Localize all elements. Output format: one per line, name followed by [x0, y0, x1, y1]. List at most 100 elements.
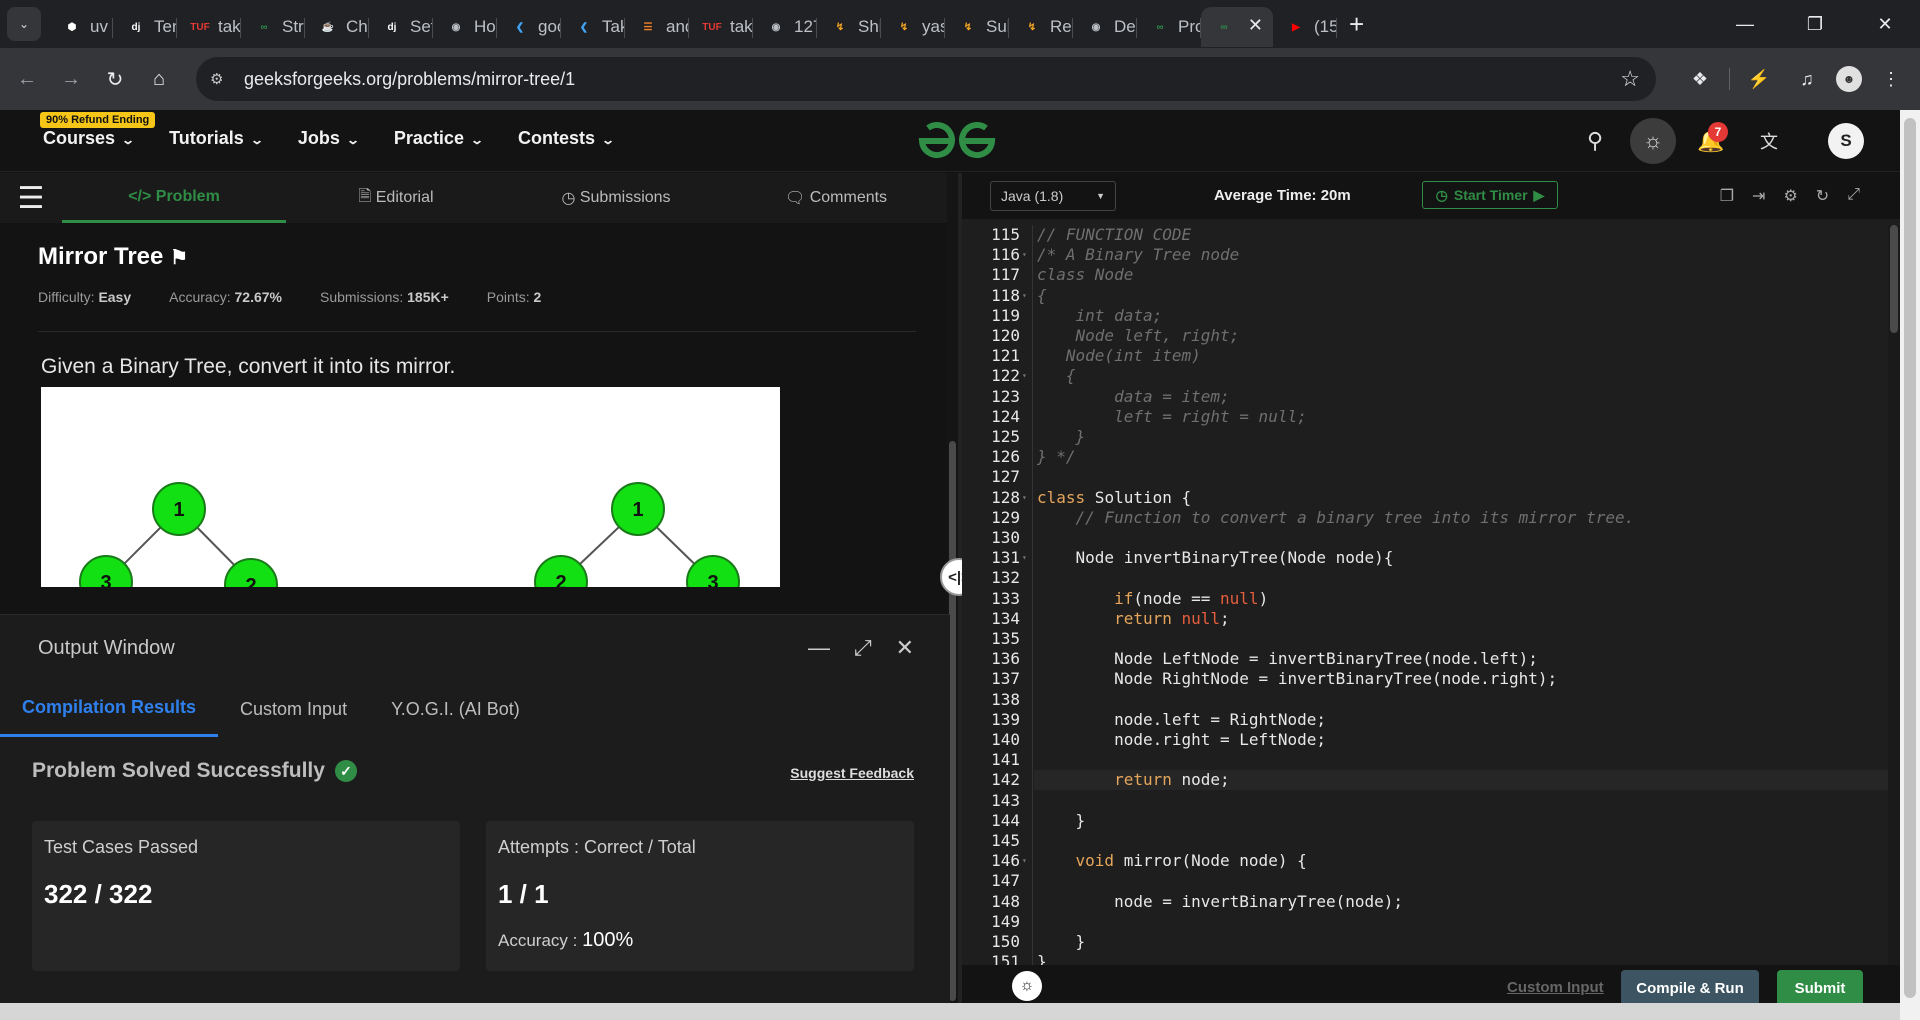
- browser-tab[interactable]: ∞ ✕: [1201, 7, 1273, 47]
- code-line[interactable]: void mirror(Node node) {: [1037, 851, 1307, 870]
- reset-icon[interactable]: ↻: [1816, 186, 1829, 206]
- code-line[interactable]: class Solution {: [1037, 488, 1191, 507]
- tab-search-button[interactable]: ⌄: [7, 7, 41, 41]
- scrollbar-thumb[interactable]: [949, 441, 956, 1001]
- browser-tab[interactable]: ◉ Hor: [433, 7, 497, 47]
- browser-tab[interactable]: ❮ Tak: [561, 7, 625, 47]
- submit-button[interactable]: Submit: [1777, 970, 1863, 1006]
- browser-tab[interactable]: ❮ goo: [497, 7, 561, 47]
- code-line[interactable]: // Function to convert a binary tree int…: [1037, 508, 1635, 527]
- browser-tab[interactable]: ▶ (15: [1273, 7, 1337, 47]
- menu-practice[interactable]: Practice ⌄: [394, 128, 484, 149]
- close-tab-icon[interactable]: ✕: [1248, 15, 1263, 36]
- fold-arrow-icon[interactable]: ▾: [1022, 371, 1032, 380]
- suggest-feedback-link[interactable]: Suggest Feedback: [790, 765, 914, 781]
- code-line[interactable]: // FUNCTION CODE: [1037, 225, 1191, 244]
- code-line[interactable]: {: [1037, 286, 1047, 305]
- tab-custom-input[interactable]: Custom Input: [218, 681, 369, 737]
- fold-arrow-icon[interactable]: ▾: [1022, 291, 1032, 300]
- code-line[interactable]: Node LeftNode = invertBinaryTree(node.le…: [1037, 649, 1538, 668]
- menu-tutorials[interactable]: Tutorials ⌄: [169, 128, 264, 149]
- code-line[interactable]: Node left, right;: [1037, 326, 1240, 345]
- back-button[interactable]: ←: [8, 60, 46, 98]
- reload-button[interactable]: ↻: [96, 60, 134, 98]
- theme-toggle-icon[interactable]: ☼: [1630, 118, 1676, 164]
- tab-editorial[interactable]: 🗎 Editorial: [286, 173, 506, 223]
- code-line[interactable]: Node invertBinaryTree(Node node){: [1037, 548, 1394, 567]
- code-line[interactable]: node.left = RightNode;: [1037, 710, 1326, 729]
- profile-avatar[interactable]: ☻: [1836, 66, 1862, 92]
- fold-arrow-icon[interactable]: ▾: [1022, 493, 1032, 502]
- url-text[interactable]: geeksforgeeks.org/problems/mirror-tree/1: [244, 69, 575, 90]
- menu-icon[interactable]: ⋮: [1872, 60, 1910, 98]
- tab-compilation-results[interactable]: Compilation Results: [0, 681, 219, 737]
- code-line[interactable]: class Node: [1037, 265, 1133, 284]
- code-editor[interactable]: 115// FUNCTION CODE 116 ▾/* A Binary Tree …: [962, 225, 1888, 965]
- browser-tab[interactable]: ☰ and: [625, 7, 689, 47]
- home-button[interactable]: ⌂: [140, 60, 178, 98]
- code-line[interactable]: node.right = LeftNode;: [1037, 730, 1326, 749]
- browser-tab[interactable]: ☕ Cha: [305, 7, 369, 47]
- notifications-bell-icon[interactable]: 🔔 7: [1688, 118, 1734, 164]
- language-select[interactable]: Java (1.8) ▼: [990, 181, 1116, 211]
- menu-contests[interactable]: Contests ⌄: [518, 128, 615, 149]
- code-line[interactable]: }: [1037, 952, 1047, 965]
- lightbulb-icon[interactable]: ☼: [1012, 971, 1042, 1001]
- close-icon[interactable]: ✕: [896, 635, 914, 661]
- scrollbar-thumb[interactable]: [1890, 225, 1898, 333]
- code-line[interactable]: {: [1037, 366, 1076, 385]
- copy-icon[interactable]: ❐: [1720, 186, 1734, 206]
- fold-arrow-icon[interactable]: ▾: [1022, 250, 1032, 259]
- minimize-icon[interactable]: —: [808, 635, 830, 661]
- media-control-icon[interactable]: ♫: [1788, 60, 1826, 98]
- code-line[interactable]: int data;: [1037, 306, 1163, 325]
- search-icon[interactable]: ⚲: [1572, 118, 1618, 164]
- tab-yogi-bot[interactable]: Y.O.G.I. (AI Bot): [369, 681, 542, 737]
- fold-arrow-icon[interactable]: ▾: [1022, 856, 1032, 865]
- bookmark-star-icon[interactable]: ☆: [1620, 66, 1640, 92]
- code-line[interactable]: }: [1037, 811, 1086, 830]
- extensions-icon[interactable]: ❖: [1681, 60, 1719, 98]
- performance-icon[interactable]: ⚡: [1740, 60, 1778, 98]
- scrollbar-thumb[interactable]: [1904, 118, 1916, 998]
- hamburger-menu-icon[interactable]: ☰: [0, 181, 62, 216]
- browser-tab[interactable]: dj Ten: [113, 7, 177, 47]
- code-line[interactable]: Node RightNode = invertBinaryTree(node.r…: [1037, 669, 1557, 688]
- code-line[interactable]: }: [1037, 932, 1086, 951]
- code-line[interactable]: data = item;: [1037, 387, 1230, 406]
- translate-icon[interactable]: 文: [1746, 118, 1792, 164]
- forward-button[interactable]: →: [52, 60, 90, 98]
- omnibox[interactable]: ⚙ geeksforgeeks.org/problems/mirror-tree…: [196, 57, 1656, 101]
- code-line[interactable]: /* A Binary Tree node: [1037, 245, 1239, 264]
- menu-jobs[interactable]: Jobs ⌄: [298, 128, 360, 149]
- code-line[interactable]: left = right = null;: [1037, 407, 1307, 426]
- user-avatar[interactable]: S: [1828, 123, 1864, 159]
- minimize-button[interactable]: —: [1710, 0, 1780, 48]
- code-line[interactable]: } */: [1037, 447, 1076, 466]
- browser-tab[interactable]: ∞ Pro: [1137, 7, 1201, 47]
- browser-tab[interactable]: ↯ Shi: [817, 7, 881, 47]
- site-info-icon[interactable]: ⚙: [210, 70, 232, 88]
- code-line[interactable]: Node(int item): [1037, 346, 1201, 365]
- fold-arrow-icon[interactable]: ▾: [1022, 553, 1032, 562]
- tab-problem[interactable]: </> Problem: [62, 173, 286, 223]
- gfg-logo[interactable]: [918, 119, 996, 163]
- browser-tab[interactable]: ∞ Stri: [241, 7, 305, 47]
- browser-tab[interactable]: dj Set: [369, 7, 433, 47]
- close-window-button[interactable]: ✕: [1850, 0, 1920, 48]
- tab-comments[interactable]: 🗨 Comments: [726, 173, 946, 223]
- browser-tab[interactable]: TUF tak: [177, 7, 241, 47]
- new-tab-button[interactable]: +: [1349, 9, 1364, 40]
- code-line[interactable]: return node;: [1037, 770, 1230, 789]
- browser-tab[interactable]: ◉ Def: [1073, 7, 1137, 47]
- start-timer-button[interactable]: ◷ Start Timer ▶: [1422, 181, 1558, 209]
- editor-scrollbar[interactable]: [1888, 225, 1900, 965]
- browser-tab[interactable]: ⬢ uv: [49, 7, 113, 47]
- code-line[interactable]: }: [1037, 427, 1086, 446]
- settings-gear-icon[interactable]: ⚙: [1783, 186, 1797, 206]
- page-scrollbar[interactable]: [1900, 110, 1920, 1020]
- refund-badge[interactable]: 90% Refund Ending: [40, 112, 156, 128]
- menu-courses[interactable]: Courses ⌄: [43, 128, 135, 149]
- tab-submissions[interactable]: ◷ Submissions: [506, 173, 726, 223]
- browser-tab[interactable]: ↯ Sub: [945, 7, 1009, 47]
